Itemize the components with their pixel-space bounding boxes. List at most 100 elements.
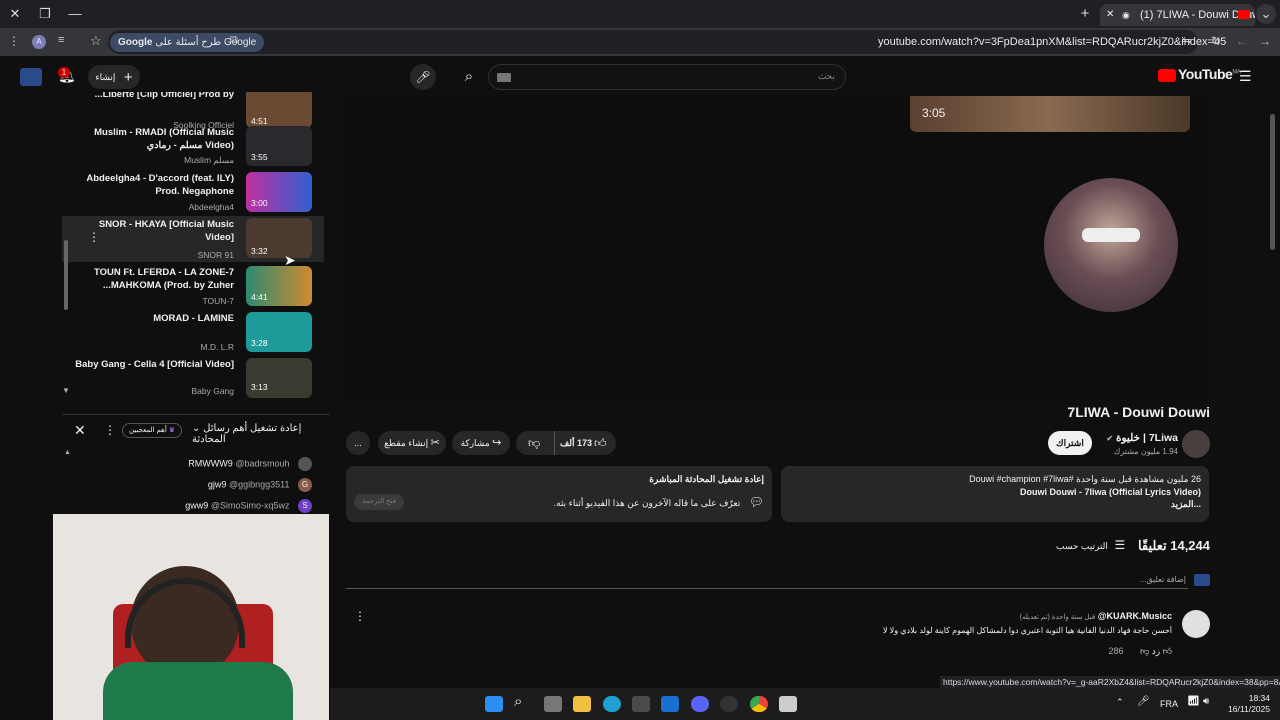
minimize-window-icon[interactable]: — bbox=[64, 4, 86, 24]
playlist-item-channel: Muslim مسلم bbox=[184, 155, 234, 165]
scroll-down-icon[interactable]: ▼ bbox=[62, 386, 70, 395]
like-icon[interactable]: 👍︎ bbox=[594, 431, 607, 455]
browser-tab[interactable]: ✕ ◉ (1) 7LIWA - Douwi Douwi bbox=[1100, 4, 1255, 26]
app-icon[interactable] bbox=[779, 696, 797, 712]
customize-icon[interactable]: ≡ bbox=[58, 34, 64, 46]
chat-message-user[interactable]: @ggibngg3511 bbox=[229, 479, 290, 489]
ask-google-chip[interactable]: Google طرح أسئلة على Google bbox=[110, 33, 265, 52]
comment-like-icon[interactable]: 👍︎ bbox=[1163, 646, 1172, 656]
youtube-favicon-icon bbox=[1238, 10, 1250, 19]
clip-label: إنشاء مقطع bbox=[384, 438, 429, 448]
channel-avatar-icon[interactable] bbox=[20, 68, 42, 86]
menu-dots-icon[interactable]: ⋮ bbox=[8, 34, 20, 48]
create-label: إنشاء bbox=[95, 72, 116, 82]
playlist-item-thumbnail[interactable] bbox=[246, 358, 312, 398]
voice-search-icon[interactable]: 🎤︎ bbox=[410, 64, 436, 90]
channel-name[interactable]: 7Liwa | خليوة ✔ bbox=[1080, 432, 1178, 444]
clock-date: 16/11/2025 bbox=[1228, 704, 1270, 714]
site-settings-icon[interactable]: ⇋ bbox=[1182, 34, 1191, 47]
chat-mode-dropdown[interactable]: ⌄ إعادة تشغيل أهم رسائل المحادثة bbox=[192, 423, 330, 445]
share-page-icon[interactable]: ⧉ bbox=[230, 34, 238, 47]
playlist-item[interactable]: Abdeelgha4 - D'accord (feat. ILY) Prod. … bbox=[62, 170, 324, 214]
restore-window-icon[interactable]: ❐ bbox=[34, 4, 56, 24]
reload-icon[interactable]: ↻ bbox=[1211, 34, 1221, 48]
chat-message-user[interactable]: @SimoSimo-xq5wz bbox=[211, 500, 290, 510]
add-comment-input[interactable]: إضافة تعليق... bbox=[346, 575, 1188, 589]
settings-gear-icon[interactable] bbox=[720, 696, 738, 712]
playlist-item-duration: 3:00 bbox=[251, 198, 268, 208]
comment-author[interactable]: @KUARK.Musicc bbox=[1098, 611, 1172, 621]
playlist-item[interactable]: MORAD - LAMINE M.D. L.R 3:28 bbox=[62, 310, 324, 354]
share-label: مشاركة bbox=[460, 438, 490, 448]
discord-icon[interactable] bbox=[691, 696, 709, 712]
clock[interactable]: 18:34 16/11/2025 bbox=[1222, 693, 1270, 715]
dislike-icon[interactable]: 👎︎ bbox=[528, 431, 540, 455]
tab-close-icon[interactable]: ✕ bbox=[1106, 4, 1114, 26]
new-tab-icon[interactable]: + bbox=[1074, 4, 1096, 24]
clip-button[interactable]: إنشاء مقطع ✂ bbox=[378, 431, 446, 455]
microphone-tray-icon[interactable]: 🎤︎ bbox=[1137, 696, 1150, 707]
profile-avatar-icon[interactable]: A bbox=[32, 35, 46, 49]
like-dislike-group: 👎︎ 173 ألف 👍︎ bbox=[516, 431, 616, 455]
comment-menu-icon[interactable]: ⋮ bbox=[354, 609, 366, 623]
chrome-icon[interactable] bbox=[750, 696, 768, 712]
microsoft-store-icon[interactable] bbox=[632, 696, 650, 712]
start-menu-icon[interactable] bbox=[485, 696, 503, 712]
playlist-item-duration: 4:41 bbox=[251, 292, 268, 302]
volume-icon[interactable]: 🔊︎ bbox=[1203, 696, 1209, 707]
comment-header: قبل سنة واحدة (تم تعديله) @KUARK.Musicc bbox=[1000, 611, 1172, 621]
guide-menu-icon[interactable]: ☰ bbox=[1239, 68, 1252, 85]
share-button[interactable]: مشاركة ↪ bbox=[452, 431, 510, 455]
task-view-icon[interactable] bbox=[544, 696, 562, 712]
channel-avatar[interactable] bbox=[1182, 430, 1210, 458]
chat-message-user[interactable]: @badrsmouh bbox=[235, 458, 289, 468]
playlist-item-channel: M.D. L.R bbox=[200, 342, 234, 352]
description-box[interactable]: 26 مليون مشاهدة قبل سنة واحدة #Douwi #ch… bbox=[781, 466, 1209, 522]
playlist-scrollbar[interactable] bbox=[64, 240, 68, 310]
file-explorer-icon[interactable] bbox=[573, 696, 591, 712]
mail-icon[interactable] bbox=[661, 696, 679, 712]
comment-time[interactable]: قبل سنة واحدة (تم تعديله) bbox=[1020, 614, 1096, 621]
subscribe-button[interactable]: اشتراك bbox=[1048, 431, 1092, 455]
search-taskbar-icon[interactable]: ⌕ bbox=[514, 693, 522, 710]
reply-button[interactable]: رد bbox=[1152, 646, 1160, 656]
search-icon[interactable]: ⌕ bbox=[452, 64, 486, 90]
address-bar: ⋮ A ≡ ☆ Google طرح أسئلة على Google ⧉ yo… bbox=[0, 28, 1280, 56]
keyboard-icon[interactable] bbox=[497, 73, 511, 82]
sort-by-button[interactable]: الترتيب حسب ☰ bbox=[1056, 538, 1125, 552]
playlist-item[interactable]: Muslim - RMADI (Official Music Video) مس… bbox=[62, 124, 324, 168]
close-window-icon[interactable]: ✕ bbox=[4, 4, 26, 24]
description-more-link[interactable]: ...المزيد bbox=[789, 499, 1201, 510]
like-count[interactable]: 173 ألف bbox=[558, 431, 594, 455]
back-icon[interactable]: → bbox=[1259, 34, 1271, 48]
comment-dislike-icon[interactable]: 👎︎ bbox=[1140, 646, 1149, 656]
close-chat-icon[interactable]: ✕ bbox=[74, 422, 86, 439]
search-input[interactable]: بحث bbox=[488, 64, 846, 90]
tab-audio-icon[interactable]: ◉ bbox=[1122, 4, 1130, 26]
top-fans-badge[interactable]: ♛ أهم المعجبين bbox=[122, 423, 183, 438]
forward-icon[interactable]: ← bbox=[1236, 34, 1248, 48]
wifi-icon[interactable]: 📶︎ bbox=[1187, 696, 1200, 707]
show-hidden-icons-icon[interactable]: ⌃ bbox=[1116, 697, 1124, 708]
clock-time: 18:34 bbox=[1248, 693, 1270, 703]
bookmark-star-icon[interactable]: ☆ bbox=[90, 33, 102, 49]
endcard-duration: 3:05 bbox=[922, 106, 946, 120]
comment-author-avatar[interactable] bbox=[1182, 610, 1210, 638]
webcam-overlay bbox=[53, 514, 329, 720]
playlist-item[interactable]: Baby Gang - Cella 4 [Official Video] Bab… bbox=[62, 356, 324, 398]
scroll-up-icon[interactable]: ▲ bbox=[64, 449, 71, 456]
playlist-item[interactable]: TOUN Ft. LFERDA - LA ZONE-7 MAHKOMA (Pro… bbox=[62, 264, 324, 308]
more-actions-button[interactable]: ... bbox=[346, 431, 370, 455]
page-scrollbar[interactable] bbox=[1270, 114, 1275, 250]
chat-menu-icon[interactable]: ⋮ bbox=[104, 423, 116, 437]
endscreen-channel-avatar[interactable] bbox=[1044, 178, 1178, 312]
mouse-cursor-icon: ➤ bbox=[284, 252, 296, 268]
open-live-chat-button[interactable]: فتح الترجمة bbox=[354, 494, 405, 510]
create-button[interactable]: إنشاء + bbox=[88, 65, 140, 89]
youtube-logo[interactable]: YouTubeMA bbox=[1158, 66, 1241, 86]
endscreen-video-card[interactable]: 3:05 bbox=[910, 96, 1190, 132]
edge-browser-icon[interactable] bbox=[603, 696, 621, 712]
url-text[interactable]: youtube.com/watch?v=3FpDea1pnXM&list=RDQ… bbox=[878, 28, 1226, 56]
language-indicator[interactable]: FRA bbox=[1160, 699, 1178, 709]
tab-search-icon[interactable]: ⌄ bbox=[1256, 4, 1276, 24]
